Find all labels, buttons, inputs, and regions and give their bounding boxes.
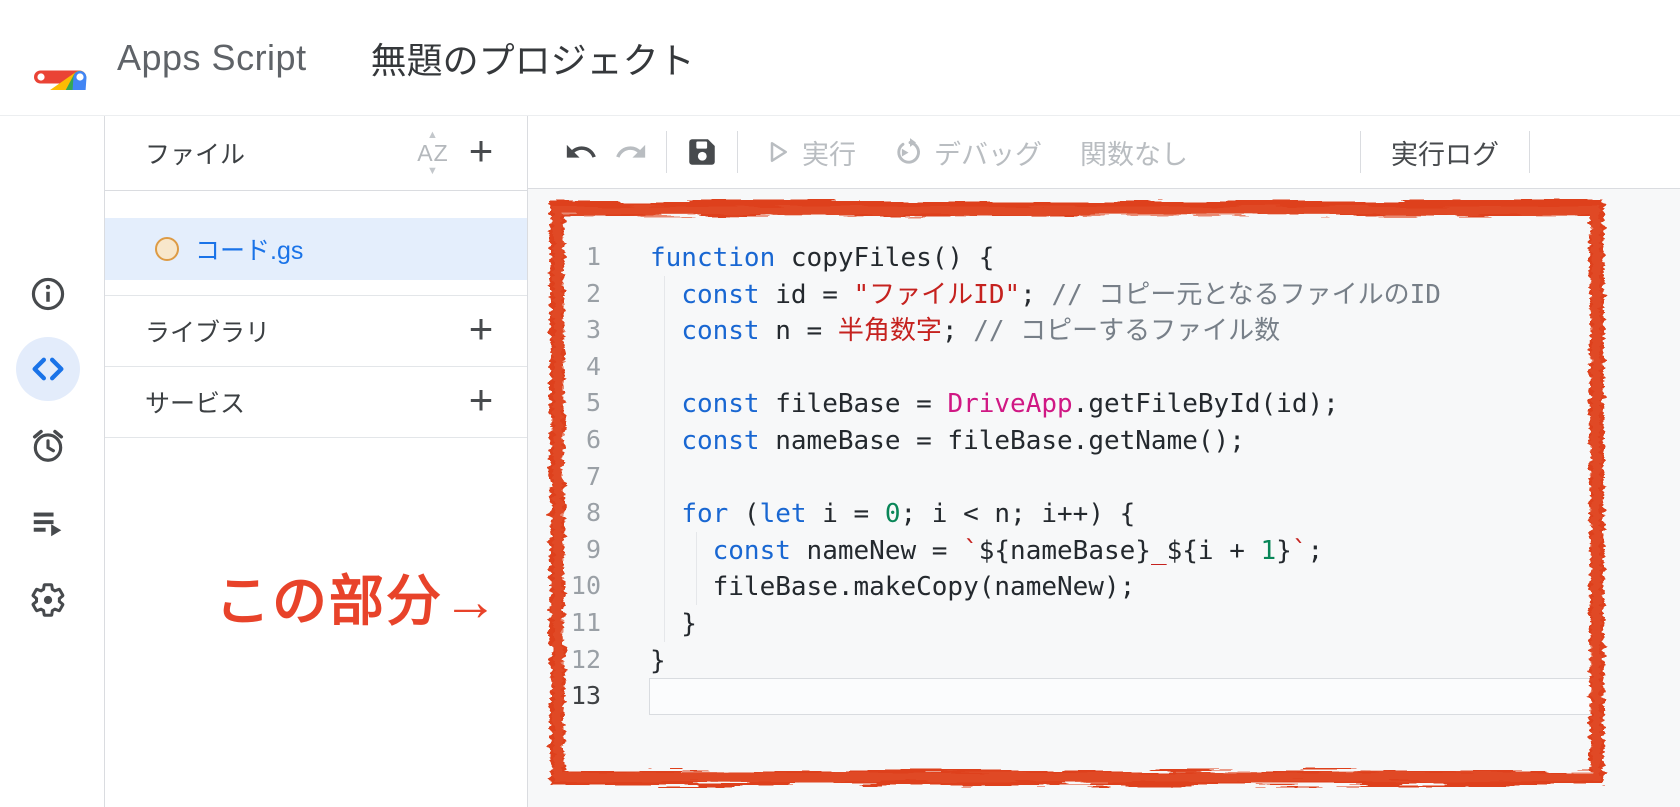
code-line[interactable]: 8 for (let i = 0; i < n; i++) {: [528, 495, 1680, 532]
code-editor[interactable]: 1function copyFiles() {2 const id = "ファイ…: [528, 190, 1680, 807]
libraries-row: ライブラリ +: [105, 296, 527, 367]
code-line[interactable]: 12}: [528, 642, 1680, 679]
code-line[interactable]: 2 const id = "ファイルID"; // コピー元となるファイルのID: [528, 276, 1680, 313]
red-annotation-text: この部分→: [215, 556, 500, 636]
run-button[interactable]: 実行: [762, 133, 856, 172]
line-content: const nameBase = fileBase.getName();: [649, 422, 1597, 459]
sort-az-icon[interactable]: ▲AZ▼: [407, 129, 459, 177]
code-line[interactable]: 5 const fileBase = DriveApp.getFileById(…: [528, 385, 1680, 422]
add-service-button[interactable]: +: [459, 378, 503, 426]
line-number: 12: [528, 642, 649, 679]
line-number: 9: [528, 532, 649, 569]
toolbar-divider: [737, 131, 738, 173]
save-icon: [685, 135, 719, 169]
nav-overview-button[interactable]: [16, 262, 80, 326]
undo-button[interactable]: [564, 135, 598, 169]
line-number: 13: [528, 678, 649, 715]
unsaved-indicator-icon: [155, 237, 179, 261]
files-list: コード.gs: [105, 191, 527, 296]
code-line[interactable]: 10 fileBase.makeCopy(nameNew);: [528, 568, 1680, 605]
add-library-button[interactable]: +: [459, 307, 503, 355]
code-line[interactable]: 1function copyFiles() {: [528, 239, 1680, 276]
line-number: 10: [528, 568, 649, 605]
debug-label: デバッグ: [934, 133, 1042, 172]
line-content: fileBase.makeCopy(nameNew);: [649, 568, 1597, 605]
redo-icon: [614, 135, 648, 169]
line-content: const id = "ファイルID"; // コピー元となるファイルのID: [649, 276, 1597, 313]
line-content: function copyFiles() {: [649, 239, 1597, 276]
line-content: const fileBase = DriveApp.getFileById(id…: [649, 385, 1597, 422]
code-line[interactable]: 13: [528, 678, 1680, 715]
line-content: for (let i = 0; i < n; i++) {: [649, 495, 1597, 532]
code-icon: [28, 349, 68, 389]
line-number: 7: [528, 459, 649, 496]
files-header-label: ファイル: [145, 135, 407, 171]
nav-triggers-button[interactable]: [16, 414, 80, 478]
line-content: }: [649, 605, 1597, 642]
execution-log-button[interactable]: 実行ログ: [1361, 133, 1529, 172]
file-panel: ファイル ▲AZ▼ + コード.gs ライブラリ + サービス + この部分→: [105, 116, 528, 807]
add-file-button[interactable]: +: [459, 129, 503, 177]
nav-rail: [0, 116, 105, 807]
project-title[interactable]: 無題のプロジェクト: [371, 32, 695, 84]
nav-executions-button[interactable]: [16, 491, 80, 555]
code-line[interactable]: 11 }: [528, 605, 1680, 642]
line-content: }: [649, 642, 1597, 679]
file-name: コード.gs: [195, 231, 303, 267]
function-select[interactable]: 関数なし: [1080, 133, 1188, 172]
line-number: 3: [528, 312, 649, 349]
line-content: const nameNew = `${nameBase}_${i + 1}`;: [649, 532, 1597, 569]
line-content: [649, 459, 1597, 496]
sort-up-arrow-icon: ▲: [407, 130, 459, 140]
nav-settings-button[interactable]: [16, 568, 80, 632]
line-number: 8: [528, 495, 649, 532]
save-button[interactable]: [685, 135, 719, 169]
gear-icon: [29, 581, 67, 619]
app-header: Apps Script 無題のプロジェクト: [0, 0, 1680, 116]
line-number: 2: [528, 276, 649, 313]
run-label: 実行: [802, 133, 856, 172]
services-label: サービス: [145, 384, 459, 420]
line-number: 6: [528, 422, 649, 459]
code-line[interactable]: 9 const nameNew = `${nameBase}_${i + 1}`…: [528, 532, 1680, 569]
editor-pane: 実行 デバッグ 関数なし 実行ログ 1function copyFiles() …: [528, 116, 1680, 807]
apps-script-logo-icon: [33, 26, 97, 90]
code-line[interactable]: 7: [528, 459, 1680, 496]
alarm-clock-icon: [29, 427, 67, 465]
app-name[interactable]: Apps Script: [117, 37, 307, 79]
executions-list-icon: [29, 504, 67, 542]
file-item-code-gs[interactable]: コード.gs: [105, 218, 527, 280]
info-icon: [29, 275, 67, 313]
files-header-row: ファイル ▲AZ▼ +: [105, 116, 527, 191]
debug-icon: [892, 136, 924, 168]
toolbar-divider: [666, 131, 667, 173]
line-number: 5: [528, 385, 649, 422]
services-row: サービス +: [105, 367, 527, 438]
redo-button[interactable]: [614, 135, 648, 169]
nav-editor-button[interactable]: [16, 337, 80, 401]
code-line[interactable]: 4: [528, 349, 1680, 386]
code-line[interactable]: 6 const nameBase = fileBase.getName();: [528, 422, 1680, 459]
run-play-icon: [762, 137, 792, 167]
code-lines: 1function copyFiles() {2 const id = "ファイ…: [528, 239, 1680, 715]
line-content: const n = 半角数字; // コピーするファイル数: [649, 312, 1597, 349]
line-content: [649, 678, 1597, 715]
line-content: [649, 349, 1597, 386]
line-number: 4: [528, 349, 649, 386]
debug-button[interactable]: デバッグ: [892, 133, 1042, 172]
code-line[interactable]: 3 const n = 半角数字; // コピーするファイル数: [528, 312, 1680, 349]
undo-icon: [564, 135, 598, 169]
editor-toolbar: 実行 デバッグ 関数なし 実行ログ: [528, 116, 1680, 189]
toolbar-divider: [1529, 131, 1530, 173]
line-number: 11: [528, 605, 649, 642]
line-number: 1: [528, 239, 649, 276]
sort-down-arrow-icon: ▼: [407, 166, 459, 176]
libraries-label: ライブラリ: [145, 313, 459, 349]
